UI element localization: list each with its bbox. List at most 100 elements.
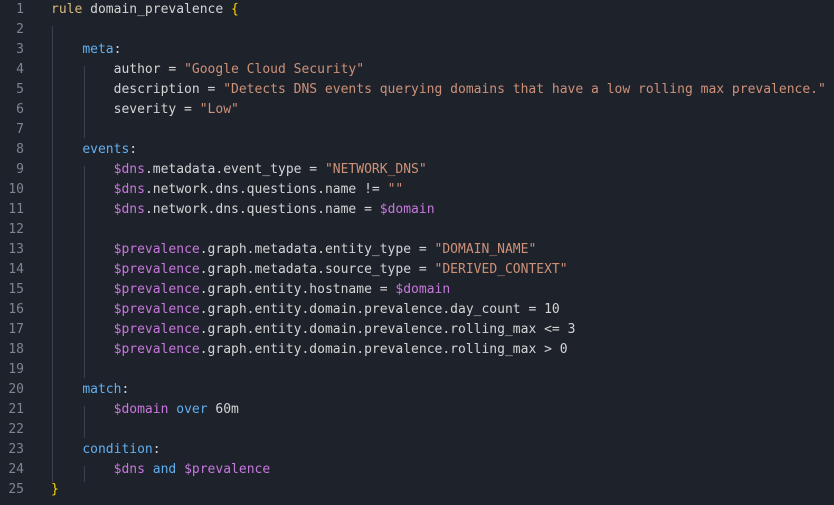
code-line[interactable]: 8 events: — [0, 140, 834, 160]
code-line[interactable]: 13 $prevalence.graph.metadata.entity_typ… — [0, 240, 834, 260]
code-text: $prevalence.graph.entity.hostname = $dom… — [51, 280, 451, 300]
token-str: "NETWORK_DNS" — [324, 162, 427, 177]
token-str: "DOMAIN_NAME" — [434, 242, 537, 257]
token-plain: 60m — [207, 402, 239, 417]
token-var: $prevalence — [113, 342, 200, 357]
token-var: $domain — [113, 402, 169, 417]
token-var: $prevalence — [113, 262, 200, 277]
code-line[interactable]: 21 $domain over 60m — [0, 400, 834, 420]
code-line[interactable]: 19 — [0, 360, 834, 380]
token-var: $prevalence — [113, 302, 200, 317]
line-number: 2 — [16, 22, 24, 37]
line-number: 21 — [8, 402, 24, 417]
code-line[interactable]: 15 $prevalence.graph.entity.hostname = $… — [0, 280, 834, 300]
token-brace: { — [231, 2, 239, 17]
token-plain: .graph.metadata.source_type = — [199, 262, 435, 277]
code-line[interactable]: 18 $prevalence.graph.entity.domain.preva… — [0, 340, 834, 360]
code-text: severity = "Low" — [51, 100, 239, 120]
line-number: 1 — [16, 2, 24, 17]
token-plain: : — [121, 382, 130, 397]
token-var: $prevalence — [113, 282, 200, 297]
code-line[interactable]: 6 severity = "Low" — [0, 100, 834, 120]
token-plain: .graph.entity.domain.prevalence.rolling_… — [199, 322, 576, 337]
code-line[interactable]: 3 meta: — [0, 40, 834, 60]
token-var: $dns — [113, 462, 145, 477]
code-line[interactable]: 14 $prevalence.graph.metadata.source_typ… — [0, 260, 834, 280]
code-text: } — [51, 480, 59, 500]
code-text: $prevalence.graph.metadata.entity_type =… — [51, 240, 537, 260]
code-text: description = "Detects DNS events queryi… — [51, 80, 826, 100]
code-text: $prevalence.graph.metadata.source_type =… — [51, 260, 568, 280]
token-var: $dns — [113, 162, 145, 177]
code-line[interactable]: 11 $dns.network.dns.questions.name = $do… — [0, 200, 834, 220]
line-number: 17 — [8, 322, 24, 337]
code-line[interactable]: 4 author = "Google Cloud Security" — [0, 60, 834, 80]
code-line[interactable]: 16 $prevalence.graph.entity.domain.preva… — [0, 300, 834, 320]
code-line[interactable]: 24 $dns and $prevalence — [0, 460, 834, 480]
code-text: condition: — [51, 440, 160, 460]
code-line[interactable]: 17 $prevalence.graph.entity.domain.preva… — [0, 320, 834, 340]
token-var: $prevalence — [113, 322, 200, 337]
token-sec: and — [152, 462, 177, 477]
token-var: $domain — [395, 282, 451, 297]
line-number: 13 — [8, 242, 24, 257]
token-plain: .graph.entity.domain.prevalence.day_coun… — [199, 302, 560, 317]
token-plain: .graph.entity.domain.prevalence.rolling_… — [199, 342, 568, 357]
token-str: "Detects DNS events querying domains tha… — [223, 82, 826, 97]
token-var: $prevalence — [184, 462, 271, 477]
token-var: $dns — [113, 202, 145, 217]
token-plain: description = — [51, 82, 224, 97]
code-line[interactable]: 12 — [0, 220, 834, 240]
token-var: $dns — [113, 182, 145, 197]
code-line[interactable]: 1 rule domain_prevalence { — [0, 0, 834, 20]
code-text: $dns.network.dns.questions.name = $domai… — [51, 200, 435, 220]
code-line[interactable]: 22 — [0, 420, 834, 440]
line-number: 22 — [8, 422, 24, 437]
line-number: 18 — [8, 342, 24, 357]
code-line[interactable]: 9 $dns.metadata.event_type = "NETWORK_DN… — [0, 160, 834, 180]
token-plain: author = — [51, 62, 185, 77]
token-str: "Low" — [199, 102, 239, 117]
token-plain: .graph.entity.hostname = — [199, 282, 396, 297]
line-number: 8 — [16, 142, 24, 157]
line-number: 24 — [8, 462, 24, 477]
code-editor[interactable]: 1 rule domain_prevalence {2 3 meta: 4 autho… — [0, 0, 834, 505]
token-sec: over — [176, 402, 208, 417]
line-number: 12 — [8, 222, 24, 237]
code-line[interactable]: 7 — [0, 120, 834, 140]
code-line[interactable]: 5 description = "Detects DNS events quer… — [0, 80, 834, 100]
line-number: 23 — [8, 442, 24, 457]
line-number: 19 — [8, 362, 24, 377]
token-sec: events — [82, 142, 130, 157]
code-text: match: — [51, 380, 129, 400]
code-text: $prevalence.graph.entity.domain.prevalen… — [51, 300, 560, 320]
token-plain: severity = — [51, 102, 200, 117]
code-line[interactable]: 20 match: — [0, 380, 834, 400]
line-number: 4 — [16, 62, 24, 77]
code-text: $prevalence.graph.entity.domain.prevalen… — [51, 340, 568, 360]
code-line[interactable]: 25} — [0, 480, 834, 500]
code-line[interactable]: 23 condition: — [0, 440, 834, 460]
line-number: 16 — [8, 302, 24, 317]
token-sec: condition — [82, 442, 153, 457]
code-line[interactable]: 10 $dns.network.dns.questions.name != "" — [0, 180, 834, 200]
token-sec: match — [82, 382, 122, 397]
line-number: 20 — [8, 382, 24, 397]
line-number: 11 — [8, 202, 24, 217]
code-text: $prevalence.graph.entity.domain.prevalen… — [51, 320, 576, 340]
code-line[interactable]: 2 — [0, 20, 834, 40]
